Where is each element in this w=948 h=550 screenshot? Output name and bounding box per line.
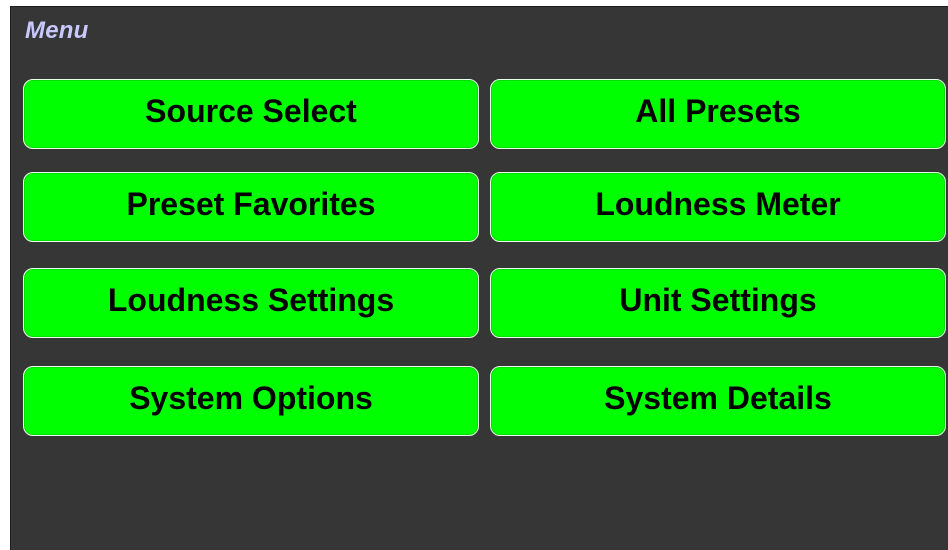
unit-settings-button[interactable]: Unit Settings	[490, 268, 946, 338]
system-details-label: System Details	[604, 379, 832, 416]
menu-screen: Menu Source Select All Presets Preset Fa…	[10, 6, 948, 550]
loudness-meter-label: Loudness Meter	[595, 185, 841, 222]
system-options-button[interactable]: System Options	[23, 366, 479, 436]
all-presets-button[interactable]: All Presets	[490, 79, 946, 149]
system-details-button[interactable]: System Details	[490, 366, 946, 436]
loudness-meter-button[interactable]: Loudness Meter	[490, 172, 946, 242]
system-options-label: System Options	[129, 379, 373, 416]
unit-settings-label: Unit Settings	[619, 281, 817, 318]
page-title: Menu	[25, 17, 89, 44]
loudness-settings-label: Loudness Settings	[107, 281, 395, 318]
preset-favorites-button[interactable]: Preset Favorites	[23, 172, 479, 242]
loudness-settings-button[interactable]: Loudness Settings	[23, 268, 479, 338]
source-select-label: Source Select	[145, 92, 357, 129]
preset-favorites-label: Preset Favorites	[126, 185, 376, 222]
source-select-button[interactable]: Source Select	[23, 79, 479, 149]
all-presets-label: All Presets	[635, 92, 801, 129]
